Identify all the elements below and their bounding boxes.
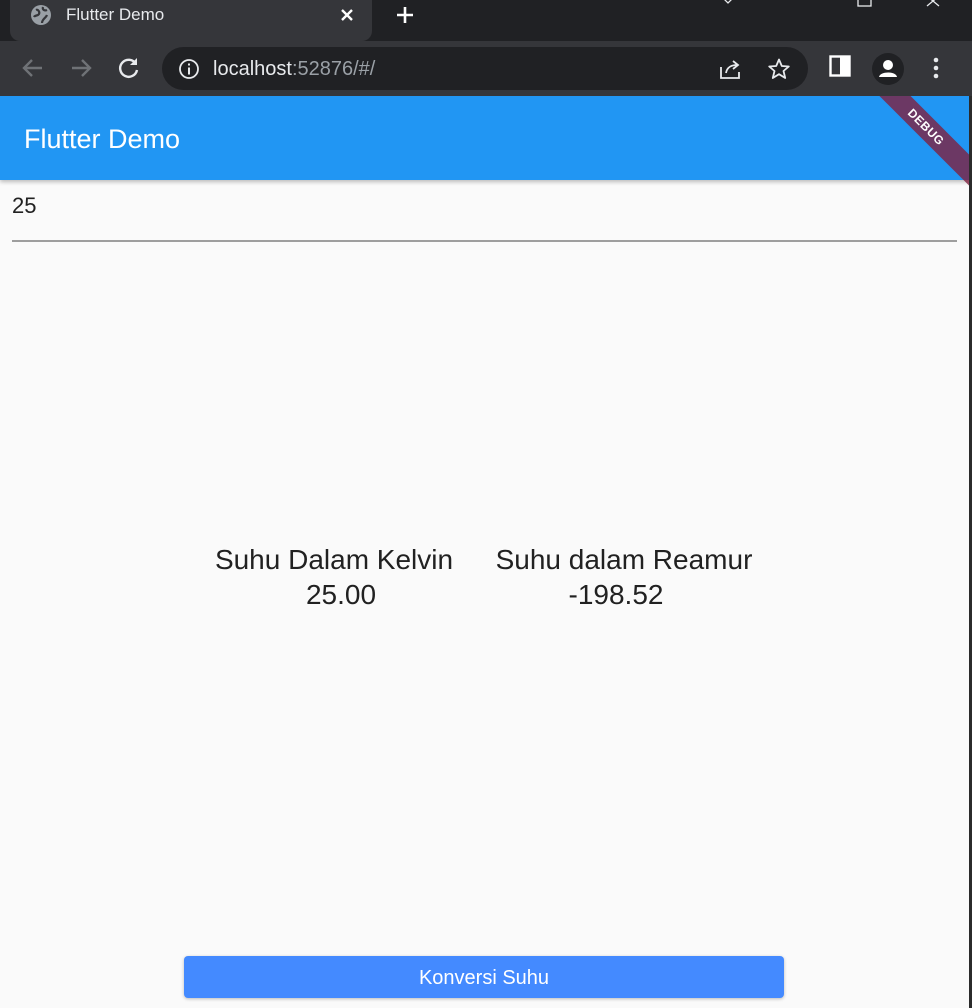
url-host: localhost	[213, 58, 292, 80]
close-tab-icon[interactable]	[336, 4, 358, 26]
tab-title: Flutter Demo	[66, 5, 165, 24]
address-bar[interactable]: localhost:52876/#/	[162, 47, 808, 90]
bookmark-star-icon[interactable]	[767, 57, 791, 81]
forward-icon[interactable]	[68, 55, 94, 81]
profile-avatar-icon[interactable]	[871, 52, 905, 86]
maximize-icon[interactable]	[856, 0, 874, 10]
globe-icon	[31, 5, 51, 25]
reamur-value: -198.52	[568, 579, 664, 610]
site-info-icon[interactable]	[178, 58, 200, 80]
share-icon[interactable]	[718, 57, 744, 81]
convert-button[interactable]: Konversi Suhu	[184, 956, 784, 998]
new-tab-icon[interactable]	[393, 3, 417, 27]
browser-toolbar: localhost:52876/#/	[0, 41, 972, 96]
tab-search-icon[interactable]	[720, 0, 736, 10]
url-path: :52876/#/	[291, 58, 376, 80]
kelvin-label: Suhu Dalam Kelvin	[214, 544, 454, 575]
kelvin-value: 25.00	[305, 579, 377, 610]
back-icon[interactable]	[20, 55, 46, 81]
app-title: Flutter Demo	[24, 124, 181, 154]
input-underline	[12, 240, 957, 242]
tab-strip: Flutter Demo	[0, 0, 972, 41]
address-url[interactable]: localhost:52876/#/	[213, 57, 375, 81]
reamur-label: Suhu dalam Reamur	[495, 544, 753, 575]
menu-kebab-icon[interactable]	[925, 55, 947, 81]
kelvin-result: Suhu Dalam Kelvin 25.00	[204, 542, 464, 612]
app-bar: Flutter Demo DEBUG	[0, 96, 969, 188]
reamur-result: Suhu dalam Reamur -198.52	[483, 542, 765, 612]
app-viewport: Flutter Demo DEBUG 25 Suhu Dalam Kelvin …	[0, 96, 969, 1008]
close-window-icon[interactable]	[924, 0, 944, 10]
side-panel-icon[interactable]	[829, 55, 851, 77]
temperature-input[interactable]: 25	[12, 180, 957, 242]
temperature-input-value[interactable]: 25	[12, 194, 36, 218]
debug-banner: DEBUG	[865, 96, 969, 188]
reload-icon[interactable]	[116, 55, 142, 81]
browser-tab[interactable]: Flutter Demo	[10, 0, 372, 41]
